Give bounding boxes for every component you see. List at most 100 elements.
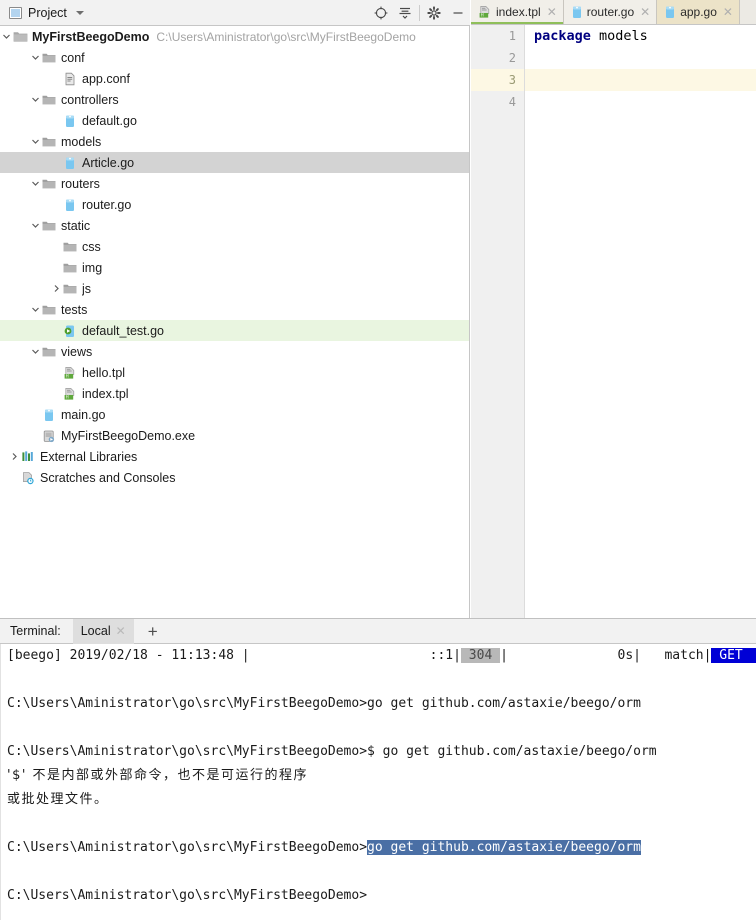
tree-row-index-tpl[interactable]: Hindex.tpl bbox=[0, 383, 469, 404]
locate-target-icon[interactable] bbox=[369, 0, 393, 26]
chevron-down-icon[interactable] bbox=[0, 26, 12, 47]
tree-row-views[interactable]: views bbox=[0, 341, 469, 362]
tree-row-label: hello.tpl bbox=[82, 365, 126, 380]
close-icon[interactable]: ✕ bbox=[723, 6, 733, 18]
chevron-down-icon[interactable] bbox=[75, 10, 84, 15]
tree-row-app-conf[interactable]: app.conf bbox=[0, 68, 469, 89]
project-tree[interactable]: MyFirstBeegoDemo C:\Users\Aministrator\g… bbox=[0, 26, 470, 618]
tree-row-hello-tpl[interactable]: Hhello.tpl bbox=[0, 362, 469, 383]
go-file-icon bbox=[62, 197, 78, 213]
tree-row-default-test-go[interactable]: default_test.go bbox=[0, 320, 469, 341]
tree-row-label: img bbox=[82, 260, 103, 275]
terminal-label: Terminal: bbox=[10, 624, 61, 638]
line-number: 4 bbox=[508, 95, 516, 109]
editor-code-area[interactable]: package models bbox=[525, 25, 756, 618]
plus-icon[interactable]: + bbox=[144, 619, 162, 644]
code-keyword: package bbox=[534, 28, 591, 44]
selected-command-text: go get github.com/astaxie/beego/orm bbox=[367, 840, 641, 855]
line-number: 3 bbox=[471, 69, 524, 91]
http-method-badge: GET bbox=[711, 648, 756, 663]
close-icon[interactable]: ✕ bbox=[547, 6, 557, 18]
ide-window: Project MyFirstBeegoDemo C:\Users\Aminis… bbox=[0, 0, 756, 920]
tree-row-label: MyFirstBeegoDemo.exe bbox=[61, 428, 196, 443]
terminal-output[interactable]: [beego] 2019/02/18 - 11:13:48 | ::1| 304… bbox=[0, 644, 756, 920]
project-title-button[interactable]: Project bbox=[0, 6, 84, 20]
tree-row-css[interactable]: css bbox=[0, 236, 469, 257]
chevron-down-icon[interactable] bbox=[29, 173, 41, 194]
tree-row-models[interactable]: models bbox=[0, 131, 469, 152]
tree-row-conf[interactable]: conf bbox=[0, 47, 469, 68]
terminal-line: C:\Users\Aministrator\go\src\MyFirstBeeg… bbox=[1, 836, 756, 860]
tree-row-controllers[interactable]: controllers bbox=[0, 89, 469, 110]
collapse-all-icon[interactable] bbox=[393, 0, 417, 26]
go-file-icon bbox=[41, 407, 57, 423]
tree-row-img[interactable]: img bbox=[0, 257, 469, 278]
editor-tab-app-go[interactable]: app.go ✕ bbox=[657, 0, 740, 24]
chevron-down-icon[interactable] bbox=[29, 215, 41, 236]
chevron-down-icon[interactable] bbox=[29, 89, 41, 110]
status-code-badge: 304 bbox=[460, 648, 501, 663]
tree-row-router-go[interactable]: router.go bbox=[0, 194, 469, 215]
chevron-down-icon[interactable] bbox=[29, 131, 41, 152]
terminal-text: ::1| bbox=[249, 648, 461, 663]
editor-tab-router-go[interactable]: router.go ✕ bbox=[563, 0, 658, 24]
code-line[interactable]: package models bbox=[525, 25, 756, 47]
chevron-down-icon[interactable] bbox=[29, 341, 41, 362]
tree-row-label: main.go bbox=[61, 407, 106, 422]
folder-icon bbox=[41, 302, 57, 318]
folder-icon bbox=[62, 239, 78, 255]
settings-gear-icon[interactable] bbox=[422, 0, 446, 26]
tree-row-myfirstbeegodemo-exe[interactable]: MyFirstBeegoDemo.exe bbox=[0, 425, 469, 446]
tree-row-article-go[interactable]: Article.go bbox=[0, 152, 469, 173]
tree-root-label: MyFirstBeegoDemo bbox=[32, 29, 150, 44]
module-folder-icon bbox=[12, 29, 28, 45]
chevron-down-icon[interactable] bbox=[29, 299, 41, 320]
tree-row-label: js bbox=[82, 281, 92, 296]
terminal-line: C:\Users\Aministrator\go\src\MyFirstBeeg… bbox=[7, 888, 368, 903]
editor-tab-index-tpl[interactable]: Hindex.tpl ✕ bbox=[471, 0, 564, 24]
code-line[interactable] bbox=[525, 69, 756, 91]
tree-row-default-go[interactable]: default.go bbox=[0, 110, 469, 131]
close-icon[interactable]: ✕ bbox=[640, 6, 650, 18]
terminal-line: 或批处理文件。 bbox=[7, 792, 109, 807]
editor-tab-bar[interactable]: Hindex.tpl ✕ router.go ✕ app.go ✕ bbox=[471, 0, 756, 25]
terminal-tab-local[interactable]: Local ✕ bbox=[72, 618, 134, 644]
tree-row-root[interactable]: MyFirstBeegoDemo C:\Users\Aministrator\g… bbox=[0, 26, 469, 47]
tree-row-label: tests bbox=[61, 302, 88, 317]
code-line[interactable] bbox=[525, 47, 756, 69]
minimize-icon[interactable] bbox=[446, 0, 470, 26]
tree-row-tests[interactable]: tests bbox=[0, 299, 469, 320]
terminal-text: | bbox=[500, 648, 508, 663]
tree-row-external-libraries[interactable]: External Libraries bbox=[0, 446, 469, 467]
chevron-right-icon[interactable] bbox=[8, 446, 20, 467]
chevron-right-icon[interactable] bbox=[50, 278, 62, 299]
tree-row-label: index.tpl bbox=[82, 386, 129, 401]
html-file-icon: H bbox=[478, 5, 492, 19]
code-text: models bbox=[590, 28, 648, 44]
tree-row-label: static bbox=[61, 218, 91, 233]
tree-row-label: models bbox=[61, 134, 102, 149]
tool-window-actions bbox=[369, 0, 470, 26]
code-line[interactable] bbox=[525, 91, 756, 113]
tree-row-main-go[interactable]: main.go bbox=[0, 404, 469, 425]
terminal-text: 0s| bbox=[507, 648, 642, 663]
go-file-icon bbox=[571, 5, 583, 19]
tree-row-scratches-and-consoles[interactable]: Scratches and Consoles bbox=[0, 467, 469, 488]
close-icon[interactable]: ✕ bbox=[116, 624, 126, 638]
tree-row-routers[interactable]: routers bbox=[0, 173, 469, 194]
editor-area: Hindex.tpl ✕ router.go ✕ app.go ✕ 1 2 3 4 packag… bbox=[471, 0, 756, 618]
tree-row-js[interactable]: js bbox=[0, 278, 469, 299]
chevron-down-icon[interactable] bbox=[29, 47, 41, 68]
tree-row-label: routers bbox=[61, 176, 100, 191]
tree-row-static[interactable]: static bbox=[0, 215, 469, 236]
